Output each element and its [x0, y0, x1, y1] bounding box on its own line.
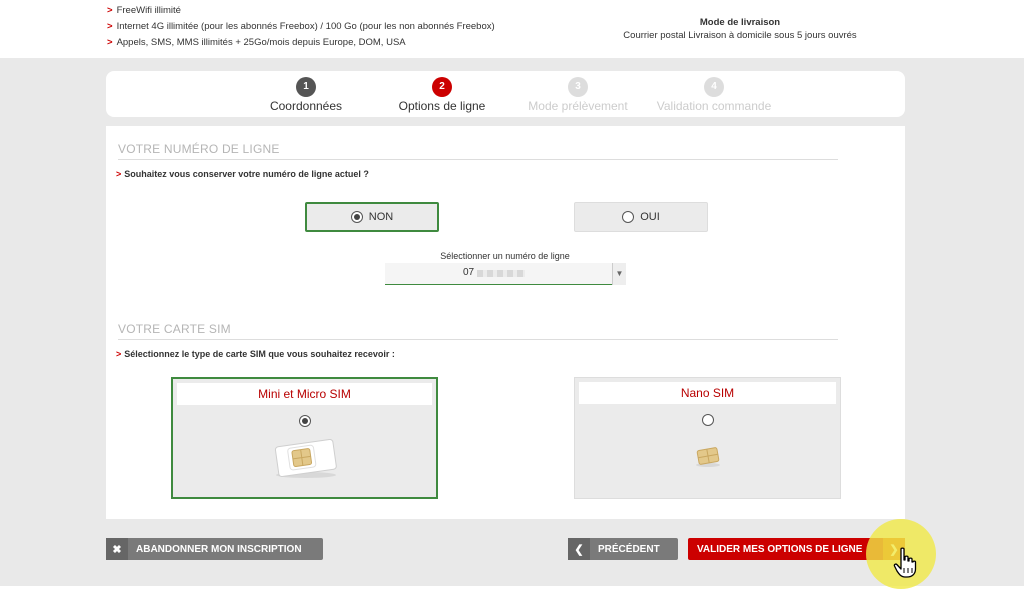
- chevron-down-icon[interactable]: ▼: [612, 263, 626, 285]
- radio-selected-icon[interactable]: [350, 211, 363, 223]
- step-label: Validation commande: [656, 99, 772, 113]
- sim-option-title: Mini et Micro SIM: [177, 383, 432, 405]
- radio-selected-icon[interactable]: [298, 415, 311, 427]
- radio-empty-icon[interactable]: [701, 414, 714, 426]
- bullet-arrow-icon: >: [107, 37, 113, 48]
- masked-number: [477, 270, 525, 277]
- step-number: 3: [568, 77, 588, 97]
- step-mode-prelevement: 3 Mode prélèvement: [508, 77, 648, 113]
- bullet-arrow-icon: >: [107, 21, 113, 32]
- option-label: NON: [368, 211, 394, 223]
- close-icon: ✖: [106, 538, 128, 560]
- sim-section-title: VOTRE CARTE SIM: [118, 322, 838, 340]
- chevron-left-icon: ❮: [568, 538, 590, 560]
- feature-item: > Appels, SMS, MMS illimités + 25Go/mois …: [107, 37, 406, 48]
- sim-card-icon: [274, 439, 337, 478]
- feature-list: > FreeWifi illimité > Internet 4G illimité…: [107, 3, 495, 51]
- offer-summary: > FreeWifi illimité > Internet 4G illimité…: [0, 0, 1024, 58]
- line-options-panel: VOTRE NUMÉRO DE LIGNE > Souhaitez vous co…: [106, 126, 905, 519]
- radio-empty-icon[interactable]: [622, 211, 635, 223]
- sim-option-title: Nano SIM: [579, 382, 836, 404]
- delivery-info: Mode de livraison Courrier postal Livrai…: [600, 16, 880, 42]
- sim-question: > Sélectionnez le type de carte SIM que v…: [116, 349, 395, 359]
- option-label: OUI: [640, 211, 660, 223]
- progress-steps: 1 Coordonnées 2 Options de ligne 3 Mode …: [106, 71, 905, 117]
- step-validation-commande: 4 Validation commande: [644, 77, 784, 113]
- step-label: Coordonnées: [269, 99, 343, 113]
- feature-item: > FreeWifi illimité: [107, 5, 181, 16]
- line-select-label: Sélectionner un numéro de ligne: [440, 251, 570, 261]
- step-number: 1: [296, 77, 316, 97]
- feature-item: > Internet 4G illimitée (pour les abonnés…: [107, 21, 495, 32]
- bullet-arrow-icon: >: [116, 169, 122, 179]
- abandon-button[interactable]: ✖ ABANDONNER MON INSCRIPTION: [106, 538, 323, 560]
- select-value: 07: [463, 267, 475, 278]
- step-number: 2: [432, 77, 452, 97]
- line-number-select[interactable]: 07 ▼: [385, 263, 626, 285]
- step-number: 4: [704, 77, 724, 97]
- line-question: > Souhaitez vous conserver votre numéro d…: [116, 169, 369, 179]
- step-coordonnees[interactable]: 1 Coordonnées: [236, 77, 376, 113]
- previous-button[interactable]: ❮ PRÉCÉDENT: [568, 538, 678, 560]
- step-options-ligne: 2 Options de ligne: [372, 77, 512, 113]
- keep-number-no-option[interactable]: NON: [305, 202, 439, 232]
- delivery-text: Courrier postal Livraison à domicile sou…: [623, 30, 857, 41]
- delivery-title: Mode de livraison: [699, 17, 781, 28]
- step-label: Mode prélèvement: [528, 99, 628, 113]
- nano-sim-icon: [696, 447, 720, 467]
- bullet-arrow-icon: >: [116, 349, 122, 359]
- line-section-title: VOTRE NUMÉRO DE LIGNE: [118, 142, 838, 160]
- bullet-arrow-icon: >: [107, 5, 113, 16]
- keep-number-yes-option[interactable]: OUI: [574, 202, 708, 232]
- sim-option-nano[interactable]: Nano SIM: [574, 377, 841, 499]
- hand-pointer-icon: [893, 547, 917, 578]
- step-label: Options de ligne: [398, 99, 486, 113]
- footer-strip: [0, 586, 1024, 591]
- sim-option-mini-micro[interactable]: Mini et Micro SIM: [171, 377, 438, 499]
